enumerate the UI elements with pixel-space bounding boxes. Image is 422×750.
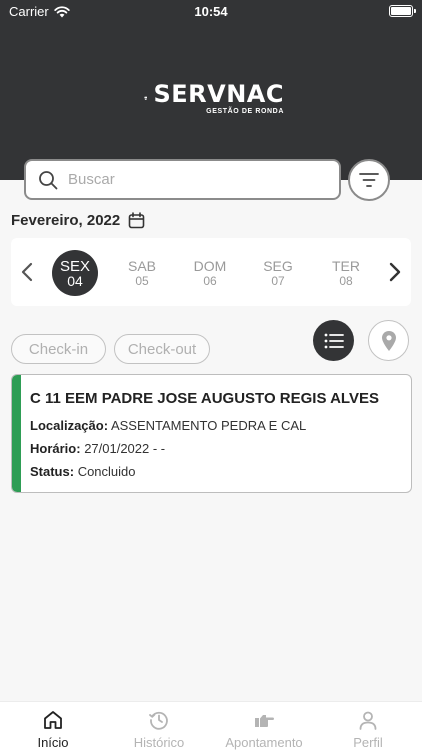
brand-tagline: GESTÃO DE RONDA [206, 107, 284, 115]
day-item-ter[interactable]: TER 08 [323, 250, 369, 296]
tab-inicio[interactable]: Início [22, 702, 84, 750]
chevron-left-icon [21, 262, 33, 282]
day-date: 04 [67, 272, 83, 289]
time-value: 27/01/2022 - - [84, 441, 166, 456]
day-item-seg[interactable]: SEG 07 [255, 250, 301, 296]
visit-location-row: Localização: ASSENTAMENTO PEDRA E CAL [30, 418, 306, 433]
bottom-tab-bar: Início Histórico Apontamento Perfil [0, 701, 422, 750]
chevron-right-icon [389, 262, 401, 282]
checkin-filter-chip[interactable]: Check-in [11, 334, 106, 364]
tab-apontamento[interactable]: Apontamento [216, 702, 312, 750]
month-selector[interactable]: Fevereiro, 2022 [11, 212, 145, 229]
home-icon [44, 711, 62, 729]
guard-logo-icon [144, 96, 148, 100]
search-icon [39, 170, 58, 189]
time-label: Horário: [30, 441, 81, 456]
battery-icon [389, 5, 416, 17]
brand-name: SERVNAC [153, 79, 284, 108]
day-date: 07 [271, 273, 285, 288]
filter-button[interactable] [348, 159, 390, 201]
search-bar[interactable] [24, 159, 341, 200]
list-icon [324, 333, 344, 348]
day-item-sab[interactable]: SAB 05 [119, 250, 165, 296]
tab-historico[interactable]: Histórico [124, 702, 194, 750]
tab-label: Perfil [353, 735, 383, 750]
search-input[interactable] [68, 171, 308, 188]
date-strip: SEX 04 SAB 05 DOM 06 SEG 07 TER 08 [11, 238, 411, 306]
next-day-button[interactable] [385, 260, 405, 284]
visit-time-row: Horário: 27/01/2022 - - [30, 441, 165, 456]
map-view-button[interactable] [368, 320, 409, 361]
status-indicator-bar [12, 375, 21, 492]
day-name: SEG [263, 257, 293, 274]
visit-status-row: Status: Concluido [30, 464, 136, 479]
visit-title: C 11 EEM PADRE JOSE AUGUSTO REGIS ALVES [30, 390, 379, 407]
tab-label: Início [37, 735, 69, 750]
location-label: Localização: [30, 418, 109, 433]
status-time: 10:54 [194, 4, 228, 19]
day-date: 06 [203, 273, 217, 288]
status-label: Status: [30, 464, 75, 479]
calendar-icon [128, 212, 145, 229]
history-icon [149, 711, 168, 730]
day-name: TER [332, 257, 360, 274]
day-date: 05 [135, 273, 149, 288]
pointing-hand-icon [255, 715, 274, 727]
previous-day-button[interactable] [17, 260, 37, 284]
logo-text: SERVNAC GESTÃO DE RONDA [153, 82, 284, 115]
day-name: SEX [59, 257, 90, 275]
day-name: DOM [193, 257, 227, 274]
list-view-button[interactable] [313, 320, 354, 361]
filter-icon [359, 173, 379, 187]
location-pin-icon [381, 330, 396, 351]
status-value: Concluido [77, 464, 136, 479]
day-item-dom[interactable]: DOM 06 [187, 250, 233, 296]
status-bar: Carrier 10:54 [0, 0, 422, 24]
checkout-filter-chip[interactable]: Check-out [114, 334, 210, 364]
day-date: 08 [339, 273, 353, 288]
tab-perfil[interactable]: Perfil [341, 702, 395, 750]
tab-label: Histórico [133, 735, 185, 750]
day-name: SAB [127, 257, 156, 274]
app-header: Carrier 10:54 SERVNAC GESTÃO DE RONDA [0, 0, 422, 180]
location-value: ASSENTAMENTO PEDRA E CAL [110, 418, 307, 433]
day-item-sex[interactable]: SEX 04 [52, 250, 98, 296]
servnac-logo: SERVNAC GESTÃO DE RONDA [144, 76, 284, 120]
tab-label: Apontamento [225, 735, 303, 750]
visit-card[interactable]: C 11 EEM PADRE JOSE AUGUSTO REGIS ALVES … [11, 374, 412, 493]
month-label: Fevereiro, 2022 [11, 212, 121, 229]
user-icon [359, 711, 377, 730]
